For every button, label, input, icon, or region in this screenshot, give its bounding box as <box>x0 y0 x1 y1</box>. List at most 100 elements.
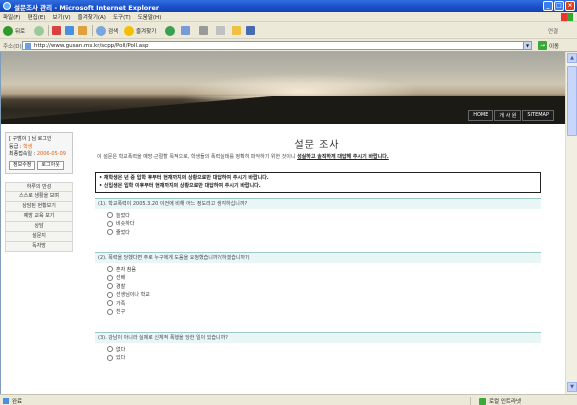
refresh-button[interactable] <box>65 25 74 36</box>
radio-option[interactable]: 비슷하다 <box>107 220 541 229</box>
radio-option[interactable]: 없다 <box>107 345 541 354</box>
radio-button[interactable] <box>107 283 113 290</box>
address-label: 주소(D) <box>3 44 22 50</box>
menu-edit[interactable]: 편집(E) <box>28 13 46 21</box>
history-icon <box>165 25 175 36</box>
banner-home-link[interactable]: HOME <box>468 110 494 121</box>
forward-arrow-icon <box>34 25 44 36</box>
minimize-button[interactable]: _ <box>543 1 553 11</box>
menu-favorites[interactable]: 즐겨찾기(A) <box>78 13 106 21</box>
sidebar-item-reflection[interactable]: 하루의 반성 <box>5 181 73 192</box>
menu-view[interactable]: 보기(V) <box>52 13 70 21</box>
scroll-up-icon[interactable]: ▲ <box>567 53 577 63</box>
print-button[interactable] <box>199 25 208 36</box>
status-text: 완료 <box>12 399 23 405</box>
maximize-button[interactable]: □ <box>554 1 564 11</box>
sidebar-item-counsel[interactable]: 상담 <box>5 221 73 232</box>
toolbar: 뒤로 검색 즐겨찾기 연결 <box>0 22 577 39</box>
print-icon <box>199 26 208 35</box>
radio-button[interactable] <box>107 346 113 353</box>
banner-sitemap-link[interactable]: SITEMAP <box>522 110 554 121</box>
mail-icon <box>181 26 190 35</box>
radio-option[interactable]: 선생님이나 학교 <box>107 291 541 300</box>
window-title: 설문조사 관리 - Microsoft Internet Explorer <box>14 4 160 12</box>
question-2: (2). 폭력을 당했다면 주로 누구에게 도움을 요청했습니까?(하겠습니까?… <box>95 252 541 316</box>
refresh-icon <box>65 26 74 35</box>
home-button[interactable] <box>78 25 87 36</box>
sidebar: [ 구범이 ] 님 로그인 등급 : 학생 최종접속일 : 2006-05-09… <box>5 132 73 387</box>
stop-button[interactable] <box>52 25 61 36</box>
question-text: (1). 학교폭력이 2005.3.20 이전에 비해 어느 정도라고 생각하십… <box>95 198 541 209</box>
folder-button[interactable] <box>232 25 241 36</box>
zone-text: 로컬 인트라넷 <box>489 399 522 405</box>
menu-help[interactable]: 도움말(H) <box>138 13 162 21</box>
sidebar-item-reader-room[interactable]: 독자방 <box>5 241 73 252</box>
menu-file[interactable]: 파일(F) <box>3 13 21 21</box>
radio-button[interactable] <box>107 354 113 361</box>
radio-button[interactable] <box>107 300 113 307</box>
address-bar: 주소(D) http://www.gusan.ms.kr/scpp/Poll/P… <box>0 39 577 52</box>
banner-link-2[interactable]: 개 사 원 <box>494 110 522 121</box>
forward-button[interactable] <box>34 25 44 36</box>
page-icon <box>25 43 31 49</box>
edit-page-button[interactable] <box>216 25 225 36</box>
radio-button[interactable] <box>107 274 113 281</box>
folder-icon <box>232 26 241 35</box>
scroll-thumb[interactable] <box>567 66 577 136</box>
sidebar-item-self-life[interactable]: 스스로 생활을 보며 <box>5 191 73 202</box>
user-name: [ 구범이 ] 님 로그인 <box>9 136 52 142</box>
sidebar-item-prevention[interactable]: 예방 교육 보기 <box>5 211 73 222</box>
back-button[interactable]: 뒤로 <box>3 25 25 36</box>
intranet-zone-icon <box>479 397 486 405</box>
radio-button[interactable] <box>107 308 113 315</box>
favorites-button[interactable]: 즐겨찾기 <box>124 25 156 36</box>
radio-option[interactable]: 선배 <box>107 274 541 283</box>
favorites-star-icon <box>124 25 134 36</box>
messenger-button[interactable] <box>246 25 255 36</box>
status-bar: 완료 로컬 인트라넷 <box>0 394 577 405</box>
edit-info-button[interactable]: 정보수정 <box>9 160 36 170</box>
radio-option[interactable]: 가족 <box>107 299 541 308</box>
radio-option[interactable]: 있다 <box>107 354 541 363</box>
radio-button[interactable] <box>107 229 113 236</box>
question-text: (3). 강남이 아니라 실제로 신체적 폭행을 당한 일이 있습니까? <box>95 332 541 343</box>
logout-button[interactable]: 로그아웃 <box>37 160 64 170</box>
links-button[interactable]: 연결 <box>548 25 558 36</box>
history-button[interactable] <box>165 25 175 36</box>
radio-button[interactable] <box>107 220 113 227</box>
page-done-icon <box>3 398 9 404</box>
menu-tools[interactable]: 도구(T) <box>113 13 131 21</box>
radio-button[interactable] <box>107 212 113 219</box>
login-info-box: [ 구범이 ] 님 로그인 등급 : 학생 최종접속일 : 2006-05-09… <box>5 132 73 174</box>
radio-button[interactable] <box>107 291 113 298</box>
window-title-bar: 설문조사 관리 - Microsoft Internet Explorer _ … <box>0 0 577 12</box>
scroll-down-icon[interactable]: ▼ <box>567 382 577 392</box>
vertical-scrollbar[interactable]: ▲ ▼ <box>565 52 577 394</box>
stop-icon <box>52 26 61 35</box>
search-button[interactable]: 검색 <box>96 25 118 36</box>
ie-logo-icon <box>3 2 11 10</box>
survey-intro: 이 설문은 학교폭력을 예방·근절할 목적으로, 학생들의 폭력실태를 정확히 … <box>97 154 389 160</box>
mail-button[interactable] <box>181 25 190 36</box>
radio-option[interactable]: 줄었다 <box>107 228 541 237</box>
question-1: (1). 학교폭력이 2005.3.20 이전에 비해 어느 정도라고 생각하십… <box>95 198 541 237</box>
home-icon <box>78 26 87 35</box>
radio-button[interactable] <box>107 266 113 273</box>
page-title: 설문 조사 <box>294 140 340 151</box>
back-arrow-icon <box>3 25 13 36</box>
radio-option[interactable]: 늘었다 <box>107 211 541 220</box>
sidebar-item-counsel-status[interactable]: 상담된 현황보기 <box>5 201 73 212</box>
banner-nav: HOME 개 사 원 SITEMAP <box>468 110 554 121</box>
radio-option[interactable]: 친구 <box>107 308 541 317</box>
radio-option[interactable]: 경찰 <box>107 282 541 291</box>
go-arrow-icon: → <box>538 41 547 50</box>
sidebar-item-survey[interactable]: 설문지 <box>5 231 73 242</box>
address-dropdown-icon[interactable]: ▼ <box>523 42 531 49</box>
last-login-date: 2006-05-09 <box>36 151 66 157</box>
go-button[interactable]: → 이동 <box>538 41 559 50</box>
radio-option[interactable]: 혼자 참음 <box>107 265 541 274</box>
address-input[interactable]: http://www.gusan.ms.kr/scpp/Poll/Poll.as… <box>22 41 532 50</box>
close-button[interactable]: × <box>565 1 575 11</box>
menu-bar: 파일(F) 편집(E) 보기(V) 즐겨찾기(A) 도구(T) 도움말(H) <box>0 12 577 22</box>
search-icon <box>96 25 106 36</box>
